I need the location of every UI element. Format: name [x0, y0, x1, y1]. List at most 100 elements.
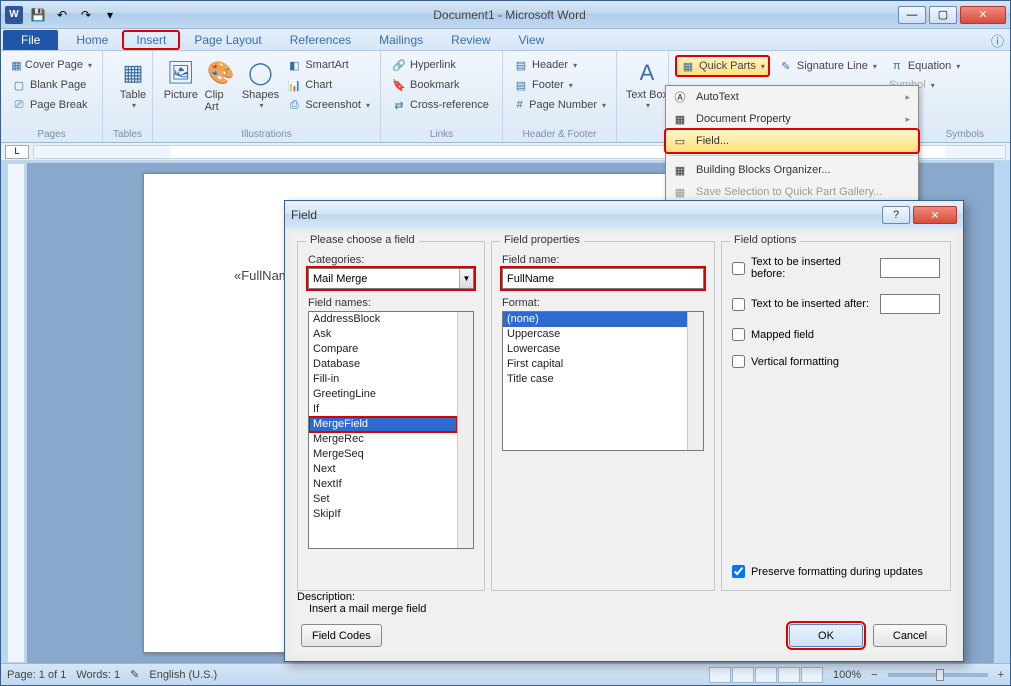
file-tab[interactable]: File [3, 30, 58, 50]
smartart-button[interactable]: ◧SmartArt [282, 55, 374, 75]
undo-icon[interactable]: ↶ [51, 5, 73, 25]
format-item[interactable]: Lowercase [503, 342, 687, 357]
cover-page-button[interactable]: ▦Cover Page▾ [7, 55, 96, 75]
preserve-checkbox[interactable] [732, 565, 745, 578]
opt-after-checkbox[interactable] [732, 298, 745, 311]
titlebar: W 💾 ↶ ↷ ▾ Document1 - Microsoft Word — ▢… [1, 1, 1010, 29]
quickparts-icon: ▦ [680, 58, 696, 74]
menu-field[interactable]: ▭Field... [665, 129, 919, 153]
chart-button[interactable]: 📊Chart [282, 75, 374, 95]
page-break-button[interactable]: ⎚Page Break [7, 95, 96, 115]
format-item[interactable]: First capital [503, 357, 687, 372]
format-item[interactable]: (none) [503, 312, 687, 327]
fieldname-item[interactable]: Database [309, 357, 457, 372]
opt-before-checkbox[interactable] [732, 262, 745, 275]
fieldname-item[interactable]: GreetingLine [309, 387, 457, 402]
footer-button[interactable]: ▤Footer▾ [509, 75, 610, 95]
format-item[interactable]: Uppercase [503, 327, 687, 342]
maximize-button[interactable]: ▢ [929, 6, 957, 24]
hyperlink-button[interactable]: 🔗Hyperlink [387, 55, 496, 75]
opt-vertical-checkbox[interactable] [732, 355, 745, 368]
picture-button[interactable]: 🖼Picture [159, 55, 203, 115]
scrollbar[interactable] [457, 312, 473, 548]
fieldname-item[interactable]: Ask [309, 327, 457, 342]
menu-autotext[interactable]: ⒶAutoText▸ [666, 86, 918, 108]
dialog-close-button[interactable]: ✕ [913, 206, 957, 224]
view-outline[interactable] [778, 667, 800, 683]
quick-access-toolbar: 💾 ↶ ↷ ▾ [27, 5, 121, 25]
pagenumber-button[interactable]: #Page Number▾ [509, 95, 610, 115]
vertical-ruler[interactable] [7, 163, 25, 663]
textbox-button[interactable]: AText Box▾ [623, 55, 671, 112]
fieldname-item[interactable]: Compare [309, 342, 457, 357]
format-item[interactable]: Title case [503, 372, 687, 387]
tab-review[interactable]: Review [437, 30, 504, 50]
tab-view[interactable]: View [505, 30, 559, 50]
qat-customize-icon[interactable]: ▾ [99, 5, 121, 25]
view-printlayout[interactable] [709, 667, 731, 683]
opt-mapped-checkbox[interactable] [732, 328, 745, 341]
menu-bbo[interactable]: ▦Building Blocks Organizer... [666, 159, 918, 181]
quickparts-button[interactable]: ▦Quick Parts▾ [675, 55, 770, 77]
fieldname-item[interactable]: MergeField [309, 417, 457, 432]
fieldname-input[interactable] [502, 268, 704, 289]
zoom-slider[interactable] [888, 673, 988, 677]
clipart-button[interactable]: 🎨Clip Art [203, 55, 239, 115]
zoom-out-icon[interactable]: − [871, 669, 877, 681]
view-web[interactable] [755, 667, 777, 683]
save-icon[interactable]: 💾 [27, 5, 49, 25]
legend-properties: Field properties [500, 234, 584, 246]
view-fullscreen[interactable] [732, 667, 754, 683]
format-listbox[interactable]: (none)UppercaseLowercaseFirst capitalTit… [502, 311, 704, 451]
fieldname-item[interactable]: SkipIf [309, 507, 457, 522]
table-button[interactable]: ▦Table▾ [109, 55, 157, 112]
ok-button[interactable]: OK [789, 624, 863, 647]
bookmark-icon: 🔖 [391, 77, 407, 93]
categories-dropdown-icon[interactable]: ▼ [459, 269, 473, 288]
fieldnames-listbox[interactable]: AddressBlockAskCompareDatabaseFill-inGre… [308, 311, 474, 549]
screenshot-button[interactable]: ⎙Screenshot▾ [282, 95, 374, 115]
minimize-button[interactable]: — [898, 6, 926, 24]
tab-home[interactable]: Home [62, 30, 122, 50]
scrollbar[interactable] [687, 312, 703, 450]
tab-insert[interactable]: Insert [122, 30, 180, 50]
equation-button[interactable]: πEquation▾ [885, 55, 964, 77]
close-button[interactable]: ✕ [960, 6, 1006, 24]
dialog-help-button[interactable]: ? [882, 206, 910, 224]
status-page[interactable]: Page: 1 of 1 [7, 669, 66, 681]
header-button[interactable]: ▤Header▾ [509, 55, 610, 75]
fieldname-item[interactable]: Next [309, 462, 457, 477]
cancel-button[interactable]: Cancel [873, 624, 947, 647]
crossref-button[interactable]: ⇄Cross-reference [387, 95, 496, 115]
tab-selector[interactable]: L [5, 145, 29, 159]
bookmark-button[interactable]: 🔖Bookmark [387, 75, 496, 95]
tab-references[interactable]: References [276, 30, 365, 50]
description-text: Insert a mail merge field [297, 603, 426, 615]
fieldname-item[interactable]: Fill-in [309, 372, 457, 387]
fieldname-item[interactable]: AddressBlock [309, 312, 457, 327]
zoom-level[interactable]: 100% [833, 669, 861, 681]
fieldname-item[interactable]: NextIf [309, 477, 457, 492]
view-draft[interactable] [801, 667, 823, 683]
zoom-in-icon[interactable]: + [998, 669, 1004, 681]
redo-icon[interactable]: ↷ [75, 5, 97, 25]
blank-page-button[interactable]: ▢Blank Page [7, 75, 96, 95]
menu-docprop[interactable]: ▦Document Property▸ [666, 108, 918, 130]
status-words[interactable]: Words: 1 [76, 669, 120, 681]
tab-mailings[interactable]: Mailings [365, 30, 437, 50]
categories-input[interactable] [309, 269, 459, 288]
status-language[interactable]: English (U.S.) [149, 669, 217, 681]
proofing-icon[interactable]: ✎ [130, 668, 139, 681]
fieldname-item[interactable]: MergeSeq [309, 447, 457, 462]
fieldname-item[interactable]: Set [309, 492, 457, 507]
fieldname-item[interactable]: MergeRec [309, 432, 457, 447]
opt-before-input[interactable] [880, 258, 940, 278]
categories-combobox[interactable]: ▼ [308, 268, 474, 289]
shapes-button[interactable]: ◯Shapes▾ [239, 55, 283, 115]
fieldname-item[interactable]: If [309, 402, 457, 417]
opt-after-input[interactable] [880, 294, 940, 314]
tab-page-layout[interactable]: Page Layout [180, 30, 275, 50]
signature-button[interactable]: ✎Signature Line▾ [774, 55, 881, 77]
fieldcodes-button[interactable]: Field Codes [301, 624, 382, 647]
help-icon[interactable]: ⓘ [991, 31, 1004, 50]
